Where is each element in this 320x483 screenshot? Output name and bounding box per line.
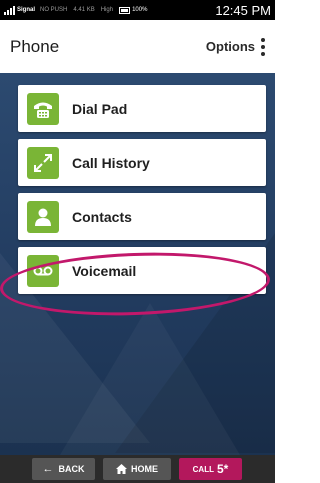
page-title: Phone [10, 36, 60, 56]
signal-icon [4, 5, 15, 15]
background-facet [60, 303, 240, 455]
call-number: 5* [216, 462, 229, 476]
battery-icon [119, 6, 131, 14]
back-arrow-icon: ← [42, 463, 54, 475]
menu-item-label: Dial Pad [72, 100, 128, 117]
network-speed: 4.41 KB [73, 7, 95, 13]
options-menu-button[interactable]: Options [205, 37, 265, 56]
battery-level: 100% [132, 7, 148, 13]
home-label: HOME [131, 464, 158, 474]
menu-item-label: Call History [72, 154, 150, 171]
voicemail-icon [27, 254, 59, 287]
options-label: Options [205, 39, 255, 54]
call-button[interactable]: CALL 5* [179, 458, 242, 480]
call-history-icon [27, 146, 59, 179]
more-vert-icon [261, 37, 265, 56]
menu-item-label: Contacts [72, 208, 132, 225]
no-sim-label: NO PUSH [40, 7, 68, 13]
call-label: CALL [192, 464, 214, 474]
signal-label: Signal [17, 7, 36, 13]
status-bar: Signal NO PUSH 4.41 KB High 100% 12:45 P… [0, 0, 275, 20]
back-button[interactable]: ← BACK [32, 458, 95, 480]
menu-item-contacts[interactable]: Contacts [18, 193, 266, 240]
menu-item-voicemail[interactable]: Voicemail [18, 247, 266, 294]
menu-item-label: Voicemail [72, 262, 137, 279]
bottom-nav-bar: ← BACK HOME CALL 5* [0, 455, 275, 483]
clock: 12:45 PM [215, 2, 271, 18]
contact-icon [27, 200, 59, 233]
home-button[interactable]: HOME [103, 458, 171, 480]
app-header: Phone Options [0, 20, 275, 73]
back-label: BACK [58, 464, 85, 474]
home-icon [116, 464, 127, 474]
menu-item-dial-pad[interactable]: Dial Pad [18, 85, 266, 132]
menu-item-call-history[interactable]: Call History [18, 139, 266, 186]
main-menu: Dial Pad Call History Contacts Voicemail [0, 73, 275, 455]
phone-icon [27, 92, 59, 125]
data-status: High [100, 7, 114, 13]
